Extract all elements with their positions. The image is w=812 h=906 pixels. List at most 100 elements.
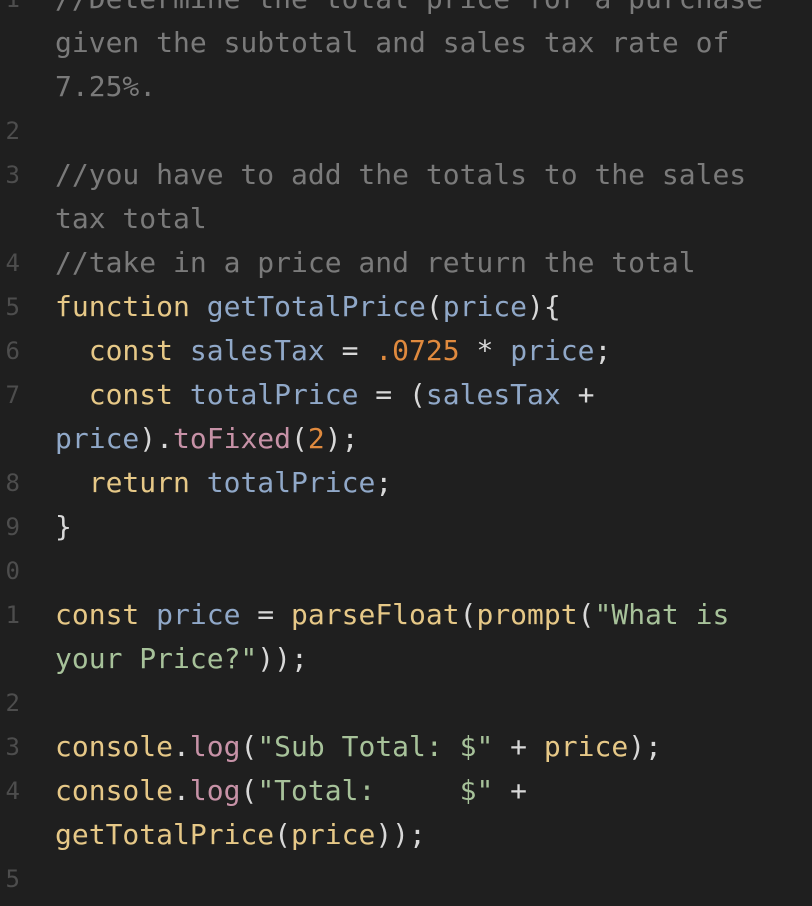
method-token: log xyxy=(189,774,241,807)
punctuation-token: } xyxy=(55,510,72,543)
keyword-token: return xyxy=(88,466,190,499)
keyword-token: const xyxy=(88,334,174,367)
punctuation-token: ). xyxy=(139,422,174,455)
parameter-token: price xyxy=(442,290,528,323)
punctuation-token: ( xyxy=(240,730,258,763)
punctuation-token: ); xyxy=(324,422,359,455)
string-token: "What is xyxy=(594,598,730,631)
punctuation-token: ( xyxy=(240,774,258,807)
punctuation-token: ; xyxy=(375,466,393,499)
line-number: 0 xyxy=(5,557,20,585)
operator-token: = xyxy=(240,598,292,631)
keyword-token: const xyxy=(88,378,174,411)
line-number-gutter: 1 2 3 4 5 6 7 8 9 0 1 2 3 4 5 xyxy=(0,0,20,906)
identifier-token: totalPrice xyxy=(189,378,359,411)
code-line: given the subtotal and sales tax rate of xyxy=(55,26,730,59)
indent-token xyxy=(55,378,89,411)
identifier-token: salesTax xyxy=(425,378,561,411)
line-number: 8 xyxy=(5,469,20,497)
line-number: 4 xyxy=(5,777,20,805)
code-line: return totalPrice; xyxy=(55,461,812,505)
code-line: } xyxy=(55,505,812,549)
operator-token: + xyxy=(493,730,544,763)
line-number: 9 xyxy=(5,513,20,541)
identifier-token: salesTax xyxy=(189,334,325,367)
punctuation-token: ; xyxy=(594,334,612,367)
number-token: 2 xyxy=(307,422,325,455)
line-number: 1 xyxy=(5,601,20,629)
line-number: 2 xyxy=(5,117,20,145)
line-number: 3 xyxy=(5,161,20,189)
method-token: log xyxy=(189,730,241,763)
keyword-token: function xyxy=(55,290,190,323)
indent-token xyxy=(55,466,89,499)
function-call-token: prompt xyxy=(476,598,578,631)
identifier-token: price xyxy=(510,334,595,367)
code-editor[interactable]: 1 2 3 4 5 6 7 8 9 0 1 2 3 4 5 //Determin… xyxy=(0,0,812,906)
line-number: 5 xyxy=(5,293,20,321)
operator-token: * xyxy=(459,334,511,367)
method-token: toFixed xyxy=(173,422,292,455)
punctuation-token: ( xyxy=(274,818,292,851)
code-line: //take in a price and return the total xyxy=(55,246,696,279)
punctuation-token: . xyxy=(173,730,190,763)
line-number: 4 xyxy=(5,249,20,277)
code-line: const totalPrice = (salesTax + xyxy=(55,373,812,417)
function-call-token: parseFloat xyxy=(291,598,460,631)
string-token: your Price?" xyxy=(55,642,258,675)
object-token: console xyxy=(55,774,174,807)
string-token: "Total: $" xyxy=(257,774,494,807)
line-number: 5 xyxy=(5,865,20,893)
code-line: console.log("Total: $" + xyxy=(55,769,812,813)
code-line: getTotalPrice(price)); xyxy=(55,813,812,857)
punctuation-token: ( xyxy=(291,422,308,455)
operator-token: = xyxy=(324,334,376,367)
code-line: price).toFixed(2); xyxy=(55,417,812,461)
object-token: console xyxy=(55,730,174,763)
code-area[interactable]: //Determine the total price for a purcha… xyxy=(55,0,812,901)
punctuation-token: )); xyxy=(375,818,426,851)
identifier-token: price xyxy=(543,730,629,763)
code-line: function getTotalPrice(price){ xyxy=(55,285,812,329)
punctuation-token: ); xyxy=(628,730,662,763)
code-line: tax total xyxy=(55,202,207,235)
line-number: 1 xyxy=(0,0,20,21)
string-token: "Sub Total: $" xyxy=(257,730,494,763)
line-number: 7 xyxy=(5,381,20,409)
function-call-token: getTotalPrice xyxy=(55,818,275,851)
keyword-token: const xyxy=(55,598,140,631)
number-token: .0725 xyxy=(375,334,460,367)
code-line: const price = parseFloat(prompt("What is xyxy=(55,593,812,637)
punctuation-token: ( xyxy=(459,598,477,631)
operator-token: + xyxy=(560,378,595,411)
operator-token: + xyxy=(493,774,528,807)
punctuation-token: ( xyxy=(425,290,443,323)
identifier-token: price xyxy=(156,598,241,631)
code-line: //you have to add the totals to the sale… xyxy=(55,158,747,191)
indent-token xyxy=(55,334,89,367)
line-number: 3 xyxy=(5,733,20,761)
identifier-token: price xyxy=(291,818,376,851)
identifier-token: totalPrice xyxy=(206,466,376,499)
line-number: 2 xyxy=(5,689,20,717)
operator-token: = xyxy=(358,378,410,411)
code-line: //Determine the total price for a purcha… xyxy=(55,0,812,21)
line-number: 6 xyxy=(5,337,20,365)
punctuation-token: )); xyxy=(257,642,308,675)
punctuation-token: . xyxy=(173,774,190,807)
code-line: your Price?")); xyxy=(55,637,812,681)
identifier-token: price xyxy=(55,422,140,455)
punctuation-token: ( xyxy=(577,598,595,631)
punctuation-token: ( xyxy=(409,378,426,411)
function-name-token: getTotalPrice xyxy=(206,290,426,323)
code-line: console.log("Sub Total: $" + price); xyxy=(55,725,812,769)
